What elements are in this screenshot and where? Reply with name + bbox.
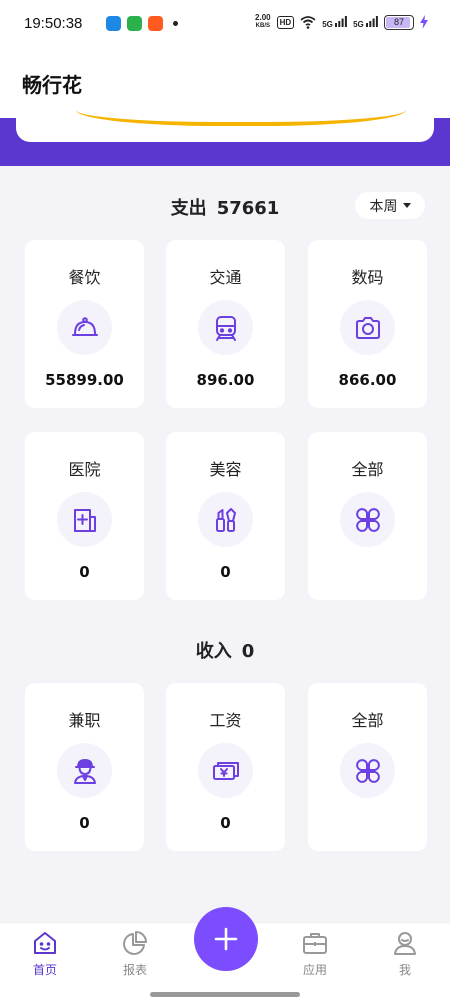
status-indicators: 2.00 KB/S HD 5G 5G 87	[255, 14, 428, 30]
briefcase-icon	[303, 933, 327, 954]
nav-report-label: 报表	[122, 963, 147, 977]
page-title: 畅行花	[22, 73, 82, 97]
category-label: 美容	[209, 460, 242, 479]
category-card-salary[interactable]: 工资 0	[166, 683, 285, 851]
category-card-all-income[interactable]: 全部	[308, 683, 427, 851]
train-icon	[198, 300, 253, 355]
category-card-digital[interactable]: 数码 866.00	[308, 240, 427, 408]
nav-report[interactable]: 报表	[105, 929, 165, 978]
cloche-icon	[57, 300, 112, 355]
category-label: 全部	[351, 711, 384, 730]
category-card-beauty[interactable]: 美容 0	[166, 432, 285, 600]
category-label: 餐饮	[68, 268, 101, 287]
wifi-icon	[300, 15, 316, 29]
gesture-home-bar[interactable]	[150, 992, 300, 997]
add-record-button[interactable]	[194, 907, 258, 971]
period-dropdown[interactable]: 本周	[355, 192, 425, 219]
camera-icon	[340, 300, 395, 355]
category-card-hospital[interactable]: 医院 0	[25, 432, 144, 600]
category-amount: 0	[79, 563, 90, 581]
more-notifications-icon	[173, 21, 178, 26]
app-notification-icon	[106, 16, 121, 31]
category-amount: 0	[79, 814, 90, 832]
charging-icon	[420, 15, 428, 29]
category-label: 数码	[351, 268, 384, 287]
category-amount: 0	[220, 814, 231, 832]
signal-bars-icon	[335, 15, 347, 27]
category-amount: 0	[220, 563, 231, 581]
category-amount: 896.00	[196, 371, 255, 389]
network-speed-unit: KB/S	[255, 23, 270, 29]
all-grid-icon	[340, 492, 395, 547]
expense-total: 57661	[216, 198, 280, 219]
category-label: 兼职	[68, 711, 101, 730]
category-card-dining[interactable]: 餐饮 55899.00	[25, 240, 144, 408]
category-card-transport[interactable]: 交通 896.00	[166, 240, 285, 408]
hospital-icon	[57, 492, 112, 547]
network-speed: 2.00 KB/S	[255, 14, 271, 30]
signal-bars-icon	[366, 15, 378, 27]
nav-home[interactable]: 首页	[15, 929, 75, 978]
category-label: 医院	[68, 460, 101, 479]
summary-decoration	[76, 110, 406, 126]
category-card-all-expense[interactable]: 全部	[308, 432, 427, 600]
all-grid-icon	[340, 743, 395, 798]
user-icon	[394, 932, 416, 955]
pie-chart-icon	[123, 931, 147, 955]
category-label: 交通	[209, 268, 242, 287]
cosmetics-icon	[198, 492, 253, 547]
nav-me[interactable]: 我	[375, 929, 435, 978]
signal-5g-2-label: 5G	[353, 19, 364, 29]
expense-label: 支出	[170, 198, 207, 219]
period-label: 本周	[369, 198, 398, 215]
notification-icons	[106, 16, 178, 31]
status-time: 19:50:38	[24, 15, 83, 32]
salary-icon	[198, 743, 253, 798]
worker-icon	[57, 743, 112, 798]
income-total: 0	[241, 641, 255, 662]
battery-indicator: 87	[384, 14, 414, 30]
nav-apps[interactable]: 应用	[285, 929, 345, 978]
category-label: 工资	[209, 711, 242, 730]
network-speed-value: 2.00	[255, 13, 271, 22]
income-label: 收入	[195, 641, 232, 662]
signal-5g-2: 5G	[353, 15, 378, 29]
caret-down-icon	[402, 203, 411, 208]
plus-icon	[214, 927, 238, 951]
nav-home-label: 首页	[32, 963, 57, 977]
signal-5g-1: 5G	[322, 15, 347, 29]
phone-notification-icon	[127, 16, 142, 31]
status-bar: 19:50:38 2.00 KB/S HD 5G 5G 87	[0, 0, 450, 52]
category-amount: 866.00	[338, 371, 397, 389]
hd-badge: HD	[276, 15, 295, 29]
nav-me-label: 我	[398, 963, 411, 977]
category-card-parttime[interactable]: 兼职 0	[25, 683, 144, 851]
shop-notification-icon	[148, 16, 163, 31]
summary-card	[16, 110, 434, 142]
category-label: 全部	[351, 460, 384, 479]
battery-level: 87	[393, 16, 404, 27]
home-icon	[34, 932, 56, 954]
income-header: 收入 0	[0, 637, 450, 663]
nav-apps-label: 应用	[302, 963, 327, 977]
app-header: 畅行花	[0, 52, 450, 118]
signal-5g-1-label: 5G	[322, 19, 333, 29]
category-amount: 55899.00	[45, 371, 124, 389]
